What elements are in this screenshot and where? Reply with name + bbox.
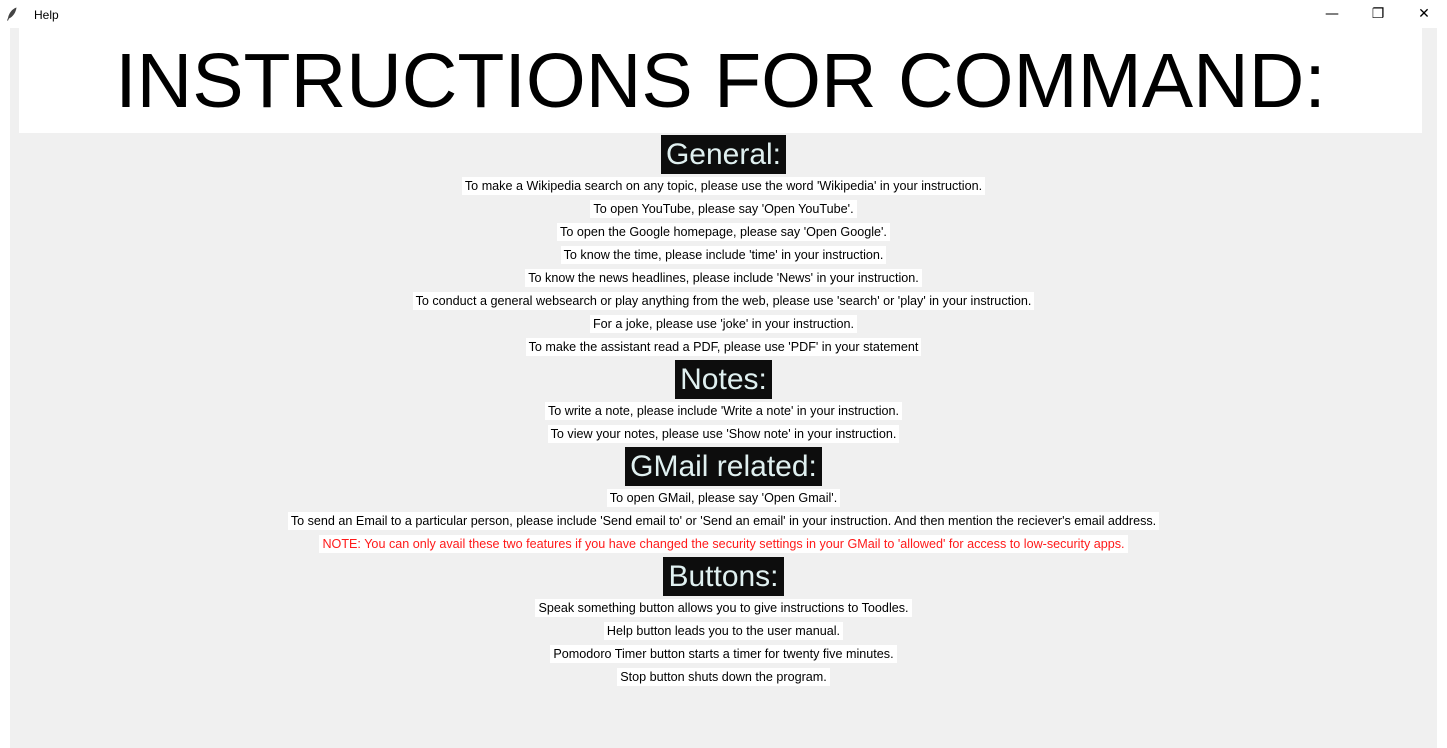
instruction-line: To open YouTube, please say 'Open YouTub… — [590, 200, 857, 218]
close-icon: ✕ — [1418, 6, 1430, 22]
section-heading-buttons: Buttons: — [663, 557, 784, 596]
instruction-line: To open GMail, please say 'Open Gmail'. — [606, 489, 841, 507]
minimize-icon: — — [1325, 6, 1339, 22]
instruction-line: To make the assistant read a PDF, please… — [525, 338, 922, 356]
main-heading-box: INSTRUCTIONS FOR COMMAND: — [19, 28, 1422, 133]
minimize-button[interactable]: — — [1309, 0, 1355, 28]
instruction-line: To make a Wikipedia search on any topic,… — [461, 177, 986, 195]
restore-button[interactable]: ❐ — [1355, 0, 1401, 28]
section-heading-gmail: GMail related: — [625, 447, 822, 486]
close-button[interactable]: ✕ — [1401, 0, 1447, 28]
feather-icon — [7, 7, 17, 21]
instruction-line: Stop button shuts down the program. — [617, 668, 830, 686]
help-window-content: INSTRUCTIONS FOR COMMAND: General: To ma… — [10, 28, 1437, 748]
instruction-line: To send an Email to a particular person,… — [287, 512, 1160, 530]
section-heading-general: General: — [660, 135, 787, 174]
window-title: Help — [34, 8, 59, 22]
instruction-line: Speak something button allows you to giv… — [535, 599, 912, 617]
instruction-line: To know the news headlines, please inclu… — [525, 269, 922, 287]
instruction-line: For a joke, please use 'joke' in your in… — [589, 315, 857, 333]
section-heading-notes: Notes: — [675, 360, 772, 399]
instruction-line: To view your notes, please use 'Show not… — [547, 425, 900, 443]
instructions-list: General: To make a Wikipedia search on a… — [10, 134, 1437, 689]
instruction-line: To open the Google homepage, please say … — [557, 223, 890, 241]
instruction-line: To conduct a general websearch or play a… — [412, 292, 1035, 310]
instruction-line: Pomodoro Timer button starts a timer for… — [550, 645, 897, 663]
instruction-line: Help button leads you to the user manual… — [603, 622, 844, 640]
title-bar[interactable]: Help — ❐ ✕ — [0, 0, 1447, 28]
main-heading: INSTRUCTIONS FOR COMMAND: — [115, 38, 1326, 124]
instruction-line: To write a note, please include 'Write a… — [544, 402, 903, 420]
restore-icon: ❐ — [1371, 6, 1385, 22]
instruction-line: To know the time, please include 'time' … — [560, 246, 887, 264]
gmail-security-note: NOTE: You can only avail these two featu… — [319, 535, 1128, 553]
